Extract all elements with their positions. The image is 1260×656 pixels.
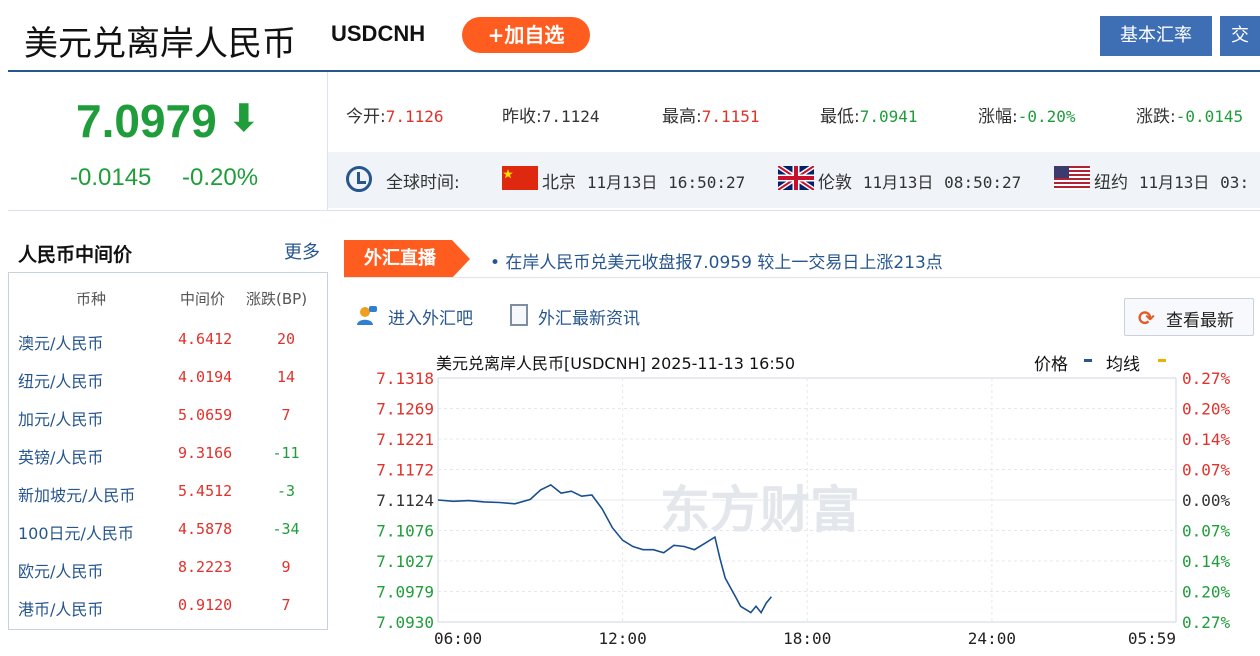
- y-tick-label: 7.1076: [376, 522, 434, 541]
- price-series-line: [437, 483, 773, 615]
- x-tick-label: 18:00: [783, 629, 831, 648]
- y-tick-label: 7.0979: [376, 583, 434, 602]
- y-right-tick-label: 0.14%: [1182, 552, 1231, 571]
- y-right-tick-label: 0.20%: [1182, 400, 1231, 419]
- y-right-tick-label: 0.27%: [1182, 613, 1231, 632]
- y-right-tick-label: 0.27%: [1182, 369, 1231, 388]
- y-tick-label: 7.1318: [376, 369, 434, 388]
- y-tick-label: 7.0930: [376, 613, 434, 632]
- price-chart[interactable]: 7.1318 0.27% 7.1269 0.20% 7.1221 0.14% 7.1172 0…: [0, 0, 1260, 656]
- y-right-tick-label: 0.20%: [1182, 583, 1231, 602]
- y-right-tick-label: 0.14%: [1182, 430, 1231, 449]
- y-tick-label: 7.1027: [376, 552, 434, 571]
- y-tick-label: 7.1172: [376, 461, 434, 480]
- x-tick-label: 05:59: [1128, 629, 1176, 648]
- y-right-tick-label: 0.00%: [1182, 491, 1231, 510]
- y-right-tick-label: 0.07%: [1182, 522, 1231, 541]
- y-right-tick-label: 0.07%: [1182, 461, 1231, 480]
- x-tick-label: 06:00: [434, 629, 482, 648]
- x-tick-label: 24:00: [968, 629, 1016, 648]
- y-tick-label: 7.1269: [376, 400, 434, 419]
- y-tick-label: 7.1221: [376, 430, 434, 449]
- y-tick-label: 7.1124: [376, 491, 434, 510]
- x-tick-label: 12:00: [599, 629, 647, 648]
